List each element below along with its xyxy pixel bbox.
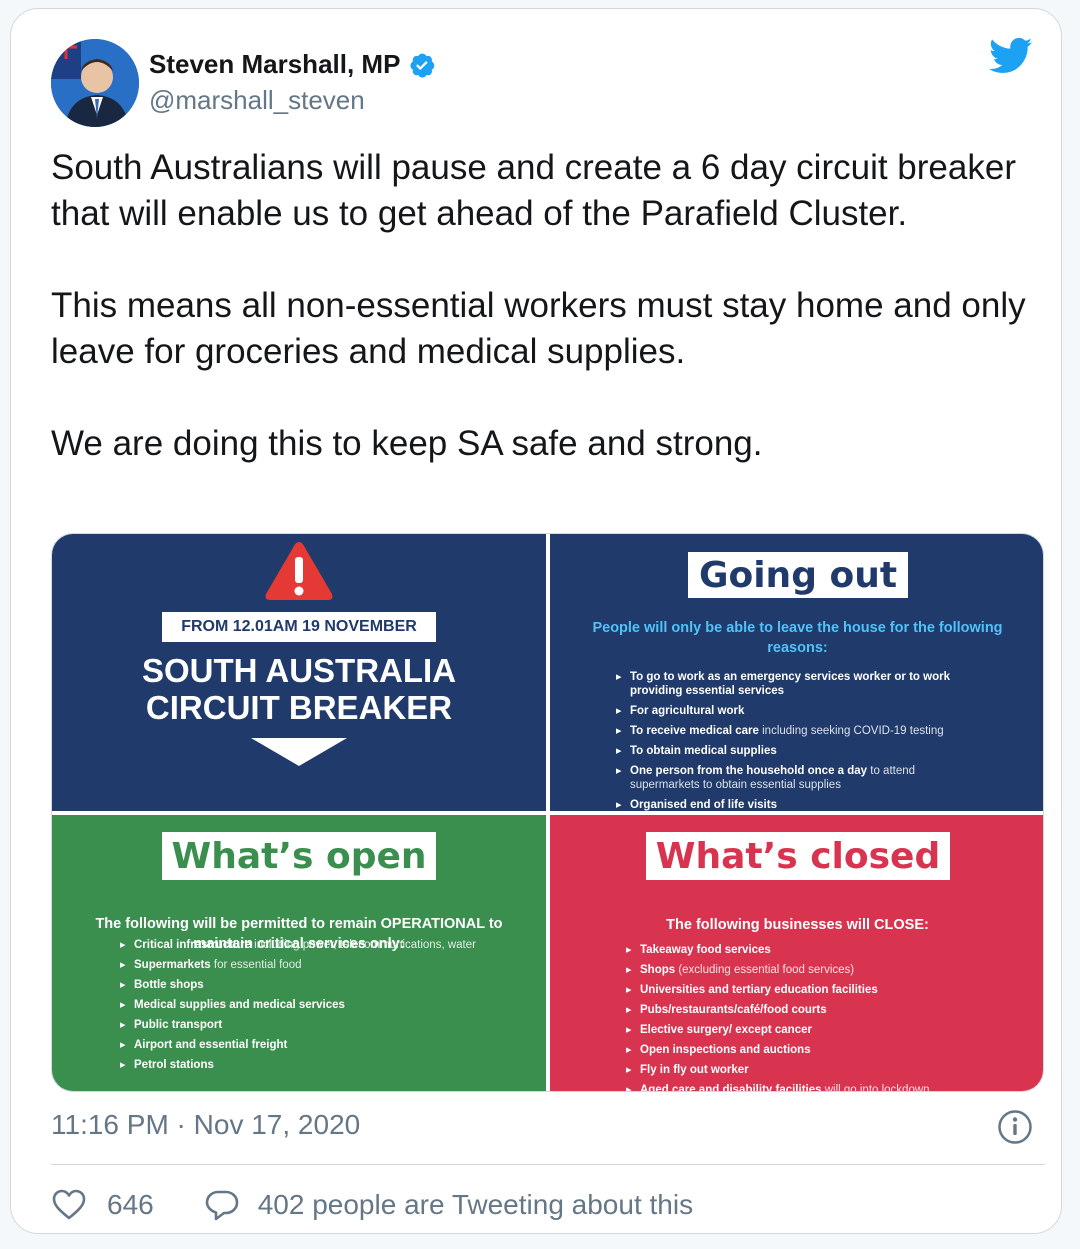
- like-count[interactable]: 646: [107, 1189, 154, 1221]
- whats-open-list: Critical infrastructure including power,…: [120, 938, 480, 1078]
- list-item: Medical supplies and medical services: [120, 998, 480, 1012]
- media-going-out[interactable]: Going out People will only be able to le…: [550, 534, 1043, 811]
- tweet-text: South Australians will pause and create …: [51, 148, 1026, 463]
- warning-icon: [265, 542, 333, 600]
- going-out-heading: Going out: [688, 552, 908, 598]
- down-arrow-icon: [251, 738, 347, 766]
- list-item: Critical infrastructure including power,…: [120, 938, 480, 952]
- list-item: Fly in fly out worker: [626, 1063, 1006, 1077]
- list-item: One person from the household once a day…: [616, 764, 986, 792]
- tweet-card: Steven Marshall, MP @marshall_steven Sou…: [10, 8, 1062, 1234]
- list-item: Takeaway food services: [626, 943, 1006, 957]
- media-whats-closed[interactable]: What’s closed The following businesses w…: [550, 815, 1043, 1091]
- list-item: Shops (excluding essential food services…: [626, 963, 1006, 977]
- author-name-row[interactable]: Steven Marshall, MP: [149, 49, 436, 80]
- list-item: To go to work as an emergency services w…: [616, 670, 986, 698]
- list-item: Organised end of life visits: [616, 798, 986, 811]
- list-item: Supermarkets for essential food: [120, 958, 480, 972]
- whats-closed-list: Takeaway food services Shops (excluding …: [626, 943, 1006, 1091]
- divider: [51, 1164, 1045, 1165]
- circuit-breaker-title: SOUTH AUSTRALIA CIRCUIT BREAKER: [52, 652, 546, 726]
- list-item: Public transport: [120, 1018, 480, 1032]
- tweet-timestamp[interactable]: 11:16 PM · Nov 17, 2020: [51, 1109, 360, 1141]
- info-icon[interactable]: [997, 1109, 1033, 1145]
- list-item: Airport and essential freight: [120, 1038, 480, 1052]
- tweet-actions: 646 402 people are Tweeting about this: [51, 1187, 693, 1223]
- title-line-2: CIRCUIT BREAKER: [145, 689, 453, 726]
- whats-open-heading: What’s open: [162, 832, 436, 880]
- tweet-media-grid[interactable]: FROM 12.01AM 19 NOVEMBER SOUTH AUSTRALIA…: [51, 533, 1044, 1092]
- title-line-1: SOUTH AUSTRALIA: [141, 652, 457, 689]
- whats-closed-subtitle: The following businesses will CLOSE:: [666, 917, 929, 933]
- heart-icon[interactable]: [51, 1187, 87, 1223]
- list-item: Pubs/restaurants/café/food courts: [626, 1003, 1006, 1017]
- media-circuit-breaker[interactable]: FROM 12.01AM 19 NOVEMBER SOUTH AUSTRALIA…: [52, 534, 546, 811]
- list-item: To obtain medical supplies: [616, 744, 986, 758]
- author-handle[interactable]: @marshall_steven: [149, 85, 365, 116]
- list-item: Bottle shops: [120, 978, 480, 992]
- media-whats-open[interactable]: What’s open The following will be permit…: [52, 815, 546, 1091]
- list-item: Aged care and disability facilities will…: [626, 1083, 1006, 1091]
- author-name[interactable]: Steven Marshall, MP: [149, 49, 400, 80]
- tweeting-about-link[interactable]: 402 people are Tweeting about this: [258, 1189, 693, 1221]
- list-item: Elective surgery/ except cancer: [626, 1023, 1006, 1037]
- list-item: Open inspections and auctions: [626, 1043, 1006, 1057]
- avatar[interactable]: [51, 39, 139, 127]
- list-item: For agricultural work: [616, 704, 986, 718]
- speech-bubble-icon[interactable]: [204, 1187, 240, 1223]
- whats-closed-heading: What’s closed: [646, 832, 950, 880]
- list-item: Petrol stations: [120, 1058, 480, 1072]
- twitter-bird-icon[interactable]: [989, 37, 1033, 75]
- verified-badge-icon: [410, 53, 435, 77]
- list-item: Universities and tertiary education faci…: [626, 983, 1006, 997]
- going-out-list: To go to work as an emergency services w…: [616, 670, 986, 811]
- going-out-subtitle: People will only be able to leave the ho…: [592, 620, 1003, 656]
- date-banner: FROM 12.01AM 19 NOVEMBER: [162, 612, 436, 642]
- list-item: To receive medical care including seekin…: [616, 724, 986, 738]
